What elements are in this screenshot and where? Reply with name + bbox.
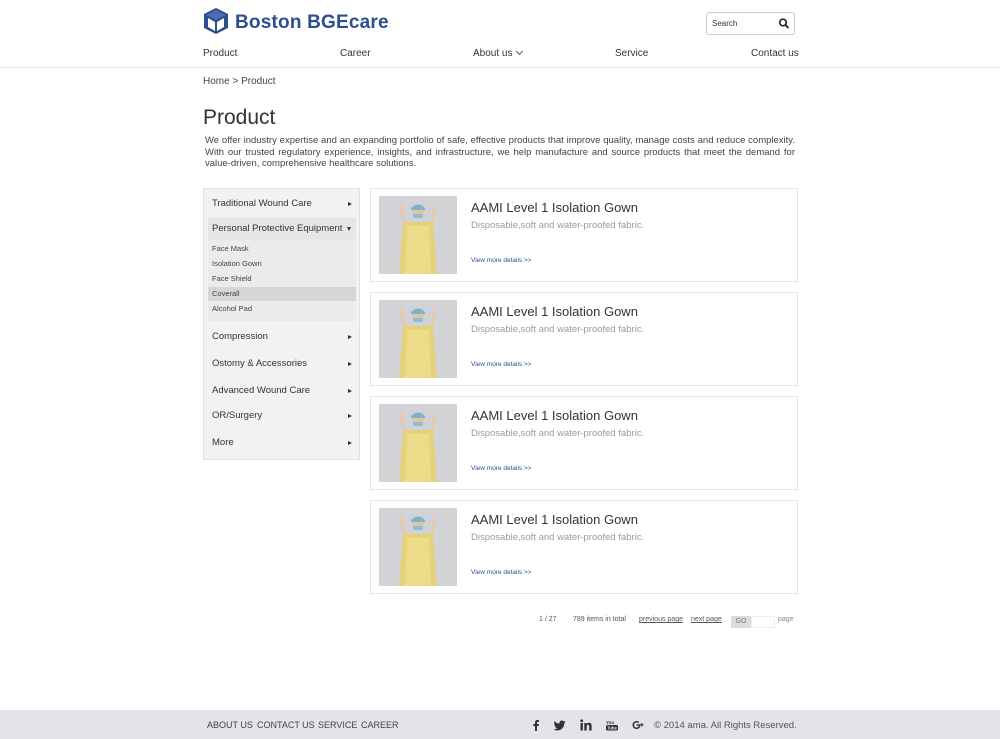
- subitem-coverall[interactable]: Coverall: [208, 287, 356, 301]
- subitem-alcohol-pad[interactable]: Alcohol Pad: [208, 302, 356, 316]
- arrow-down-icon: [347, 227, 351, 231]
- product-description: Disposable,soft and water-proofed fabric…: [471, 428, 645, 439]
- page-intro: We offer industry expertise and an expan…: [205, 135, 795, 169]
- sidebar-item-label: Compression: [212, 331, 268, 342]
- view-details-link[interactable]: View more details >>: [471, 257, 532, 264]
- linkedin-icon[interactable]: [580, 719, 592, 731]
- arrow-right-icon: [348, 414, 352, 418]
- svg-text:You: You: [606, 720, 614, 725]
- subitem-face-shield[interactable]: Face Shield: [208, 272, 356, 286]
- product-card: AAMI Level 1 Isolation Gown Disposable,s…: [370, 396, 798, 490]
- product-description: Disposable,soft and water-proofed fabric…: [471, 220, 645, 231]
- gown-figure-image: [379, 508, 457, 586]
- site-header: Boston BGEcare Product Career About us S…: [0, 0, 1000, 68]
- brand-name: Boston BGEcare: [235, 12, 389, 33]
- search-icon[interactable]: [778, 17, 790, 30]
- sidebar-item-label: Personal Protective Equipment: [212, 223, 343, 234]
- previous-page-link[interactable]: previous page: [639, 616, 683, 623]
- product-title[interactable]: AAMI Level 1 Isolation Gown: [471, 512, 638, 527]
- page-number-input[interactable]: [751, 616, 775, 628]
- logo-cube-icon: [203, 8, 229, 39]
- page-indicator: 1 / 27: [539, 616, 557, 623]
- product-card: AAMI Level 1 Isolation Gown Disposable,s…: [370, 500, 798, 594]
- sidebar-item-label: OR/Surgery: [212, 410, 263, 421]
- footer-contact-us[interactable]: CONTACT US: [257, 720, 315, 730]
- sidebar-item-ostomy-accessories[interactable]: Ostomy & Accessories: [204, 353, 359, 375]
- total-items: 789 items in total: [573, 616, 626, 623]
- sidebar-item-label: Ostomy & Accessories: [212, 358, 308, 369]
- arrow-right-icon: [348, 362, 352, 366]
- product-card: AAMI Level 1 Isolation Gown Disposable,s…: [370, 292, 798, 386]
- product-title[interactable]: AAMI Level 1 Isolation Gown: [471, 200, 638, 215]
- subitem-face-mask[interactable]: Face Mask: [208, 242, 356, 256]
- gown-figure-image: [379, 300, 457, 378]
- page-label: page: [778, 616, 794, 623]
- footer-service[interactable]: SERVICE: [318, 720, 357, 730]
- arrow-right-icon: [348, 389, 352, 393]
- ppe-submenu: Face Mask Isolation Gown Face Shield Cov…: [208, 239, 356, 321]
- sidebar-item-personal-protective-equipment[interactable]: Personal Protective Equipment: [208, 218, 356, 240]
- twitter-icon[interactable]: [554, 719, 566, 731]
- chevron-down-icon: [516, 47, 524, 56]
- product-title[interactable]: AAMI Level 1 Isolation Gown: [471, 304, 638, 319]
- sidebar-item-traditional-wound-care[interactable]: Traditional Wound Care: [204, 193, 359, 215]
- nav-career[interactable]: Career: [340, 48, 371, 59]
- product-image[interactable]: [379, 404, 457, 482]
- view-details-link[interactable]: View more details >>: [471, 569, 532, 576]
- sidebar-item-more[interactable]: More: [204, 432, 359, 454]
- page-title: Product: [203, 106, 276, 129]
- nav-about-us[interactable]: About us: [473, 47, 524, 59]
- arrow-right-icon: [348, 441, 352, 445]
- sidebar-item-label: More: [212, 437, 234, 448]
- view-details-link[interactable]: View more details >>: [471, 361, 532, 368]
- footer-about-us[interactable]: ABOUT US: [207, 720, 253, 730]
- breadcrumb[interactable]: Home > Product: [203, 76, 276, 87]
- youtube-icon[interactable]: You Tube: [606, 719, 618, 731]
- arrow-right-icon: [348, 335, 352, 339]
- sidebar-item-label: Traditional Wound Care: [212, 198, 312, 209]
- gown-figure-image: [379, 404, 457, 482]
- sidebar-item-label: Advanced Wound Care: [212, 385, 311, 396]
- gown-figure-image: [379, 196, 457, 274]
- go-button[interactable]: GO: [731, 616, 751, 628]
- search-input[interactable]: [707, 13, 773, 34]
- main-nav: Product Career About us Service Contact …: [0, 47, 1000, 62]
- sidebar-item-advanced-wound-care[interactable]: Advanced Wound Care: [204, 380, 359, 402]
- product-description: Disposable,soft and water-proofed fabric…: [471, 324, 645, 335]
- nav-contact-us[interactable]: Contact us: [751, 48, 799, 59]
- facebook-icon[interactable]: [530, 719, 542, 731]
- product-card: AAMI Level 1 Isolation Gown Disposable,s…: [370, 188, 798, 282]
- nav-about-label: About us: [473, 48, 513, 59]
- copyright-text: © 2014 ama. All Rights Reserved.: [654, 720, 797, 731]
- next-page-link[interactable]: next page: [691, 616, 722, 623]
- brand-logo[interactable]: Boston BGEcare: [203, 7, 389, 39]
- site-footer: ABOUT US CONTACT US SERVICE CAREER You T…: [0, 710, 1000, 739]
- subitem-isolation-gown[interactable]: Isolation Gown: [208, 257, 356, 271]
- arrow-right-icon: [348, 202, 352, 206]
- sidebar-item-or-surgery[interactable]: OR/Surgery: [204, 405, 359, 427]
- product-title[interactable]: AAMI Level 1 Isolation Gown: [471, 408, 638, 423]
- footer-career[interactable]: CAREER: [361, 720, 399, 730]
- view-details-link[interactable]: View more details >>: [471, 465, 532, 472]
- category-sidebar: Traditional Wound Care Personal Protecti…: [203, 188, 360, 460]
- nav-product[interactable]: Product: [203, 48, 237, 59]
- google-plus-icon[interactable]: [632, 719, 644, 731]
- sidebar-item-compression[interactable]: Compression: [204, 326, 359, 348]
- nav-service[interactable]: Service: [615, 48, 648, 59]
- svg-text:Tube: Tube: [607, 725, 617, 730]
- product-image[interactable]: [379, 508, 457, 586]
- product-image[interactable]: [379, 196, 457, 274]
- product-image[interactable]: [379, 300, 457, 378]
- search-box: [706, 12, 795, 35]
- product-description: Disposable,soft and water-proofed fabric…: [471, 532, 645, 543]
